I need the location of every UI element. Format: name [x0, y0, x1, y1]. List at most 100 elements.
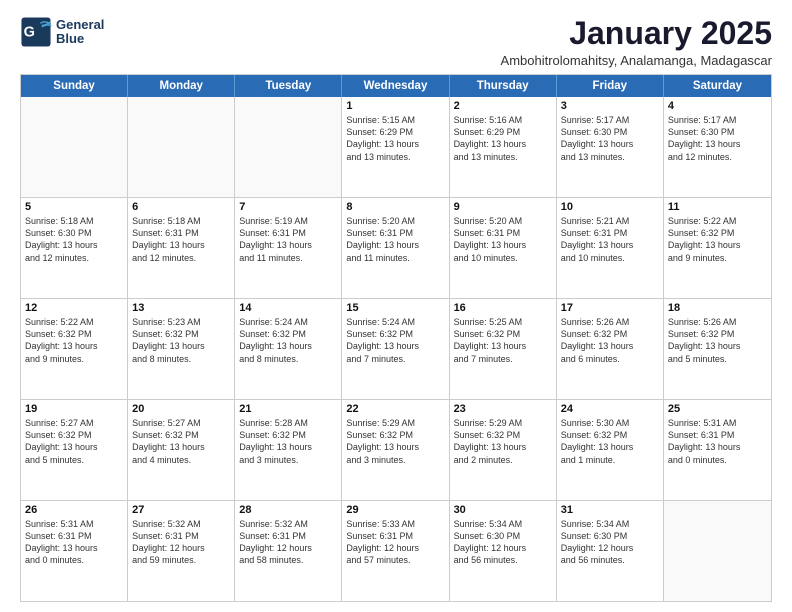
day-info-17: Sunrise: 5:26 AM Sunset: 6:32 PM Dayligh…	[561, 316, 659, 365]
day-info-3: Sunrise: 5:17 AM Sunset: 6:30 PM Dayligh…	[561, 114, 659, 163]
day-info-10: Sunrise: 5:21 AM Sunset: 6:31 PM Dayligh…	[561, 215, 659, 264]
day-info-1: Sunrise: 5:15 AM Sunset: 6:29 PM Dayligh…	[346, 114, 444, 163]
day-15: 15Sunrise: 5:24 AM Sunset: 6:32 PM Dayli…	[342, 299, 449, 399]
day-info-26: Sunrise: 5:31 AM Sunset: 6:31 PM Dayligh…	[25, 518, 123, 567]
day-number-13: 13	[132, 302, 230, 314]
day-number-24: 24	[561, 403, 659, 415]
subtitle: Ambohitrolomahitsy, Analamanga, Madagasc…	[501, 53, 772, 68]
day-info-18: Sunrise: 5:26 AM Sunset: 6:32 PM Dayligh…	[668, 316, 767, 365]
calendar: Sunday Monday Tuesday Wednesday Thursday…	[20, 74, 772, 602]
day-number-21: 21	[239, 403, 337, 415]
logo-text: General Blue	[56, 18, 104, 47]
day-number-3: 3	[561, 100, 659, 112]
day-17: 17 Sunrise: 5:26 AM Sunset: 6:32 PM Dayli…	[557, 299, 664, 399]
header: G General Blue January 2025 Ambohitrolom…	[20, 16, 772, 68]
day-number-18: 18	[668, 302, 767, 314]
page: G General Blue January 2025 Ambohitrolom…	[0, 0, 792, 612]
day-24: 24 Sunrise: 5:30 AM Sunset: 6:32 PM Dayli…	[557, 400, 664, 500]
day-22: 22Sunrise: 5:29 AM Sunset: 6:32 PM Dayli…	[342, 400, 449, 500]
calendar-row-4: 19 Sunrise: 5:27 AM Sunset: 6:32 PM Dayli…	[21, 399, 771, 500]
day-7: 7 Sunrise: 5:19 AM Sunset: 6:31 PM Daylig…	[235, 198, 342, 298]
header-saturday: Saturday	[664, 75, 771, 97]
day-info-13: Sunrise: 5:23 AM Sunset: 6:32 PM Dayligh…	[132, 316, 230, 365]
day-number-8: 8	[346, 201, 444, 213]
day-info-21: Sunrise: 5:28 AM Sunset: 6:32 PM Dayligh…	[239, 417, 337, 466]
day-info-5: Sunrise: 5:18 AM Sunset: 6:30 PM Dayligh…	[25, 215, 123, 264]
day-info-28: Sunrise: 5:32 AM Sunset: 6:31 PM Dayligh…	[239, 518, 337, 567]
day-18: 18 Sunrise: 5:26 AM Sunset: 6:32 PM Dayli…	[664, 299, 771, 399]
day-6: 6 Sunrise: 5:18 AM Sunset: 6:31 PM Daylig…	[128, 198, 235, 298]
day-number-26: 26	[25, 504, 123, 516]
calendar-row-5: 26 Sunrise: 5:31 AM Sunset: 6:31 PM Dayli…	[21, 500, 771, 601]
day-info-29: Sunrise: 5:33 AM Sunset: 6:31 PM Dayligh…	[346, 518, 444, 567]
day-26: 26 Sunrise: 5:31 AM Sunset: 6:31 PM Dayli…	[21, 501, 128, 601]
day-empty	[128, 97, 235, 197]
header-friday: Friday	[557, 75, 664, 97]
day-number-23: 23	[454, 403, 552, 415]
day-number-25: 25	[668, 403, 767, 415]
svg-text:G: G	[24, 24, 35, 40]
day-11: 11 Sunrise: 5:22 AM Sunset: 6:32 PM Dayli…	[664, 198, 771, 298]
day-30: 30Sunrise: 5:34 AM Sunset: 6:30 PM Dayli…	[450, 501, 557, 601]
day-number-17: 17	[561, 302, 659, 314]
day-3: 3 Sunrise: 5:17 AM Sunset: 6:30 PM Daylig…	[557, 97, 664, 197]
day-number-6: 6	[132, 201, 230, 213]
day-info-6: Sunrise: 5:18 AM Sunset: 6:31 PM Dayligh…	[132, 215, 230, 264]
day-info-12: Sunrise: 5:22 AM Sunset: 6:32 PM Dayligh…	[25, 316, 123, 365]
day-number-27: 27	[132, 504, 230, 516]
day-number-12: 12	[25, 302, 123, 314]
day-number-14: 14	[239, 302, 337, 314]
day-info-30: Sunrise: 5:34 AM Sunset: 6:30 PM Dayligh…	[454, 518, 552, 567]
day-number-15: 15	[346, 302, 444, 314]
logo: G General Blue	[20, 16, 104, 48]
calendar-body: 1 Sunrise: 5:15 AM Sunset: 6:29 PM Daylig…	[21, 97, 771, 601]
day-number-1: 1	[346, 100, 444, 112]
day-25: 25 Sunrise: 5:31 AM Sunset: 6:31 PM Dayli…	[664, 400, 771, 500]
day-16: 16 Sunrise: 5:25 AM Sunset: 6:32 PM Dayli…	[450, 299, 557, 399]
day-20: 20Sunrise: 5:27 AM Sunset: 6:32 PM Dayli…	[128, 400, 235, 500]
day-number-20: 20	[132, 403, 230, 415]
header-wednesday: Wednesday	[342, 75, 449, 97]
day-info-2: Sunrise: 5:16 AM Sunset: 6:29 PM Dayligh…	[454, 114, 552, 163]
day-number-16: 16	[454, 302, 552, 314]
day-27: 27Sunrise: 5:32 AM Sunset: 6:31 PM Dayli…	[128, 501, 235, 601]
day-number-31: 31	[561, 504, 659, 516]
month-title: January 2025	[501, 16, 772, 51]
day-number-11: 11	[668, 201, 767, 213]
day-number-9: 9	[454, 201, 552, 213]
day-info-25: Sunrise: 5:31 AM Sunset: 6:31 PM Dayligh…	[668, 417, 767, 466]
day-info-31: Sunrise: 5:34 AM Sunset: 6:30 PM Dayligh…	[561, 518, 659, 567]
day-info-16: Sunrise: 5:25 AM Sunset: 6:32 PM Dayligh…	[454, 316, 552, 365]
day-14: 14 Sunrise: 5:24 AM Sunset: 6:32 PM Dayli…	[235, 299, 342, 399]
day-8: 8Sunrise: 5:20 AM Sunset: 6:31 PM Daylig…	[342, 198, 449, 298]
day-10: 10 Sunrise: 5:21 AM Sunset: 6:31 PM Dayli…	[557, 198, 664, 298]
day-info-11: Sunrise: 5:22 AM Sunset: 6:32 PM Dayligh…	[668, 215, 767, 264]
day-info-7: Sunrise: 5:19 AM Sunset: 6:31 PM Dayligh…	[239, 215, 337, 264]
day-info-24: Sunrise: 5:30 AM Sunset: 6:32 PM Dayligh…	[561, 417, 659, 466]
logo-line1: General	[56, 18, 104, 32]
day-number-10: 10	[561, 201, 659, 213]
calendar-row-3: 12 Sunrise: 5:22 AM Sunset: 6:32 PM Dayli…	[21, 298, 771, 399]
day-1: 1 Sunrise: 5:15 AM Sunset: 6:29 PM Daylig…	[342, 97, 449, 197]
day-19: 19 Sunrise: 5:27 AM Sunset: 6:32 PM Dayli…	[21, 400, 128, 500]
day-info-4: Sunrise: 5:17 AM Sunset: 6:30 PM Dayligh…	[668, 114, 767, 163]
day-29: 29Sunrise: 5:33 AM Sunset: 6:31 PM Dayli…	[342, 501, 449, 601]
day-info-14: Sunrise: 5:24 AM Sunset: 6:32 PM Dayligh…	[239, 316, 337, 365]
day-12: 12 Sunrise: 5:22 AM Sunset: 6:32 PM Dayli…	[21, 299, 128, 399]
day-number-4: 4	[668, 100, 767, 112]
calendar-header: Sunday Monday Tuesday Wednesday Thursday…	[21, 75, 771, 97]
day-28: 28Sunrise: 5:32 AM Sunset: 6:31 PM Dayli…	[235, 501, 342, 601]
header-sunday: Sunday	[21, 75, 128, 97]
day-number-19: 19	[25, 403, 123, 415]
day-31: 31 Sunrise: 5:34 AM Sunset: 6:30 PM Dayli…	[557, 501, 664, 601]
header-tuesday: Tuesday	[235, 75, 342, 97]
title-block: January 2025 Ambohitrolomahitsy, Analama…	[501, 16, 772, 68]
logo-icon: G	[20, 16, 52, 48]
day-13: 13 Sunrise: 5:23 AM Sunset: 6:32 PM Dayli…	[128, 299, 235, 399]
day-info-19: Sunrise: 5:27 AM Sunset: 6:32 PM Dayligh…	[25, 417, 123, 466]
logo-line2: Blue	[56, 32, 104, 46]
day-number-7: 7	[239, 201, 337, 213]
day-21: 21 Sunrise: 5:28 AM Sunset: 6:32 PM Dayli…	[235, 400, 342, 500]
day-info-23: Sunrise: 5:29 AM Sunset: 6:32 PM Dayligh…	[454, 417, 552, 466]
day-23: 23 Sunrise: 5:29 AM Sunset: 6:32 PM Dayli…	[450, 400, 557, 500]
